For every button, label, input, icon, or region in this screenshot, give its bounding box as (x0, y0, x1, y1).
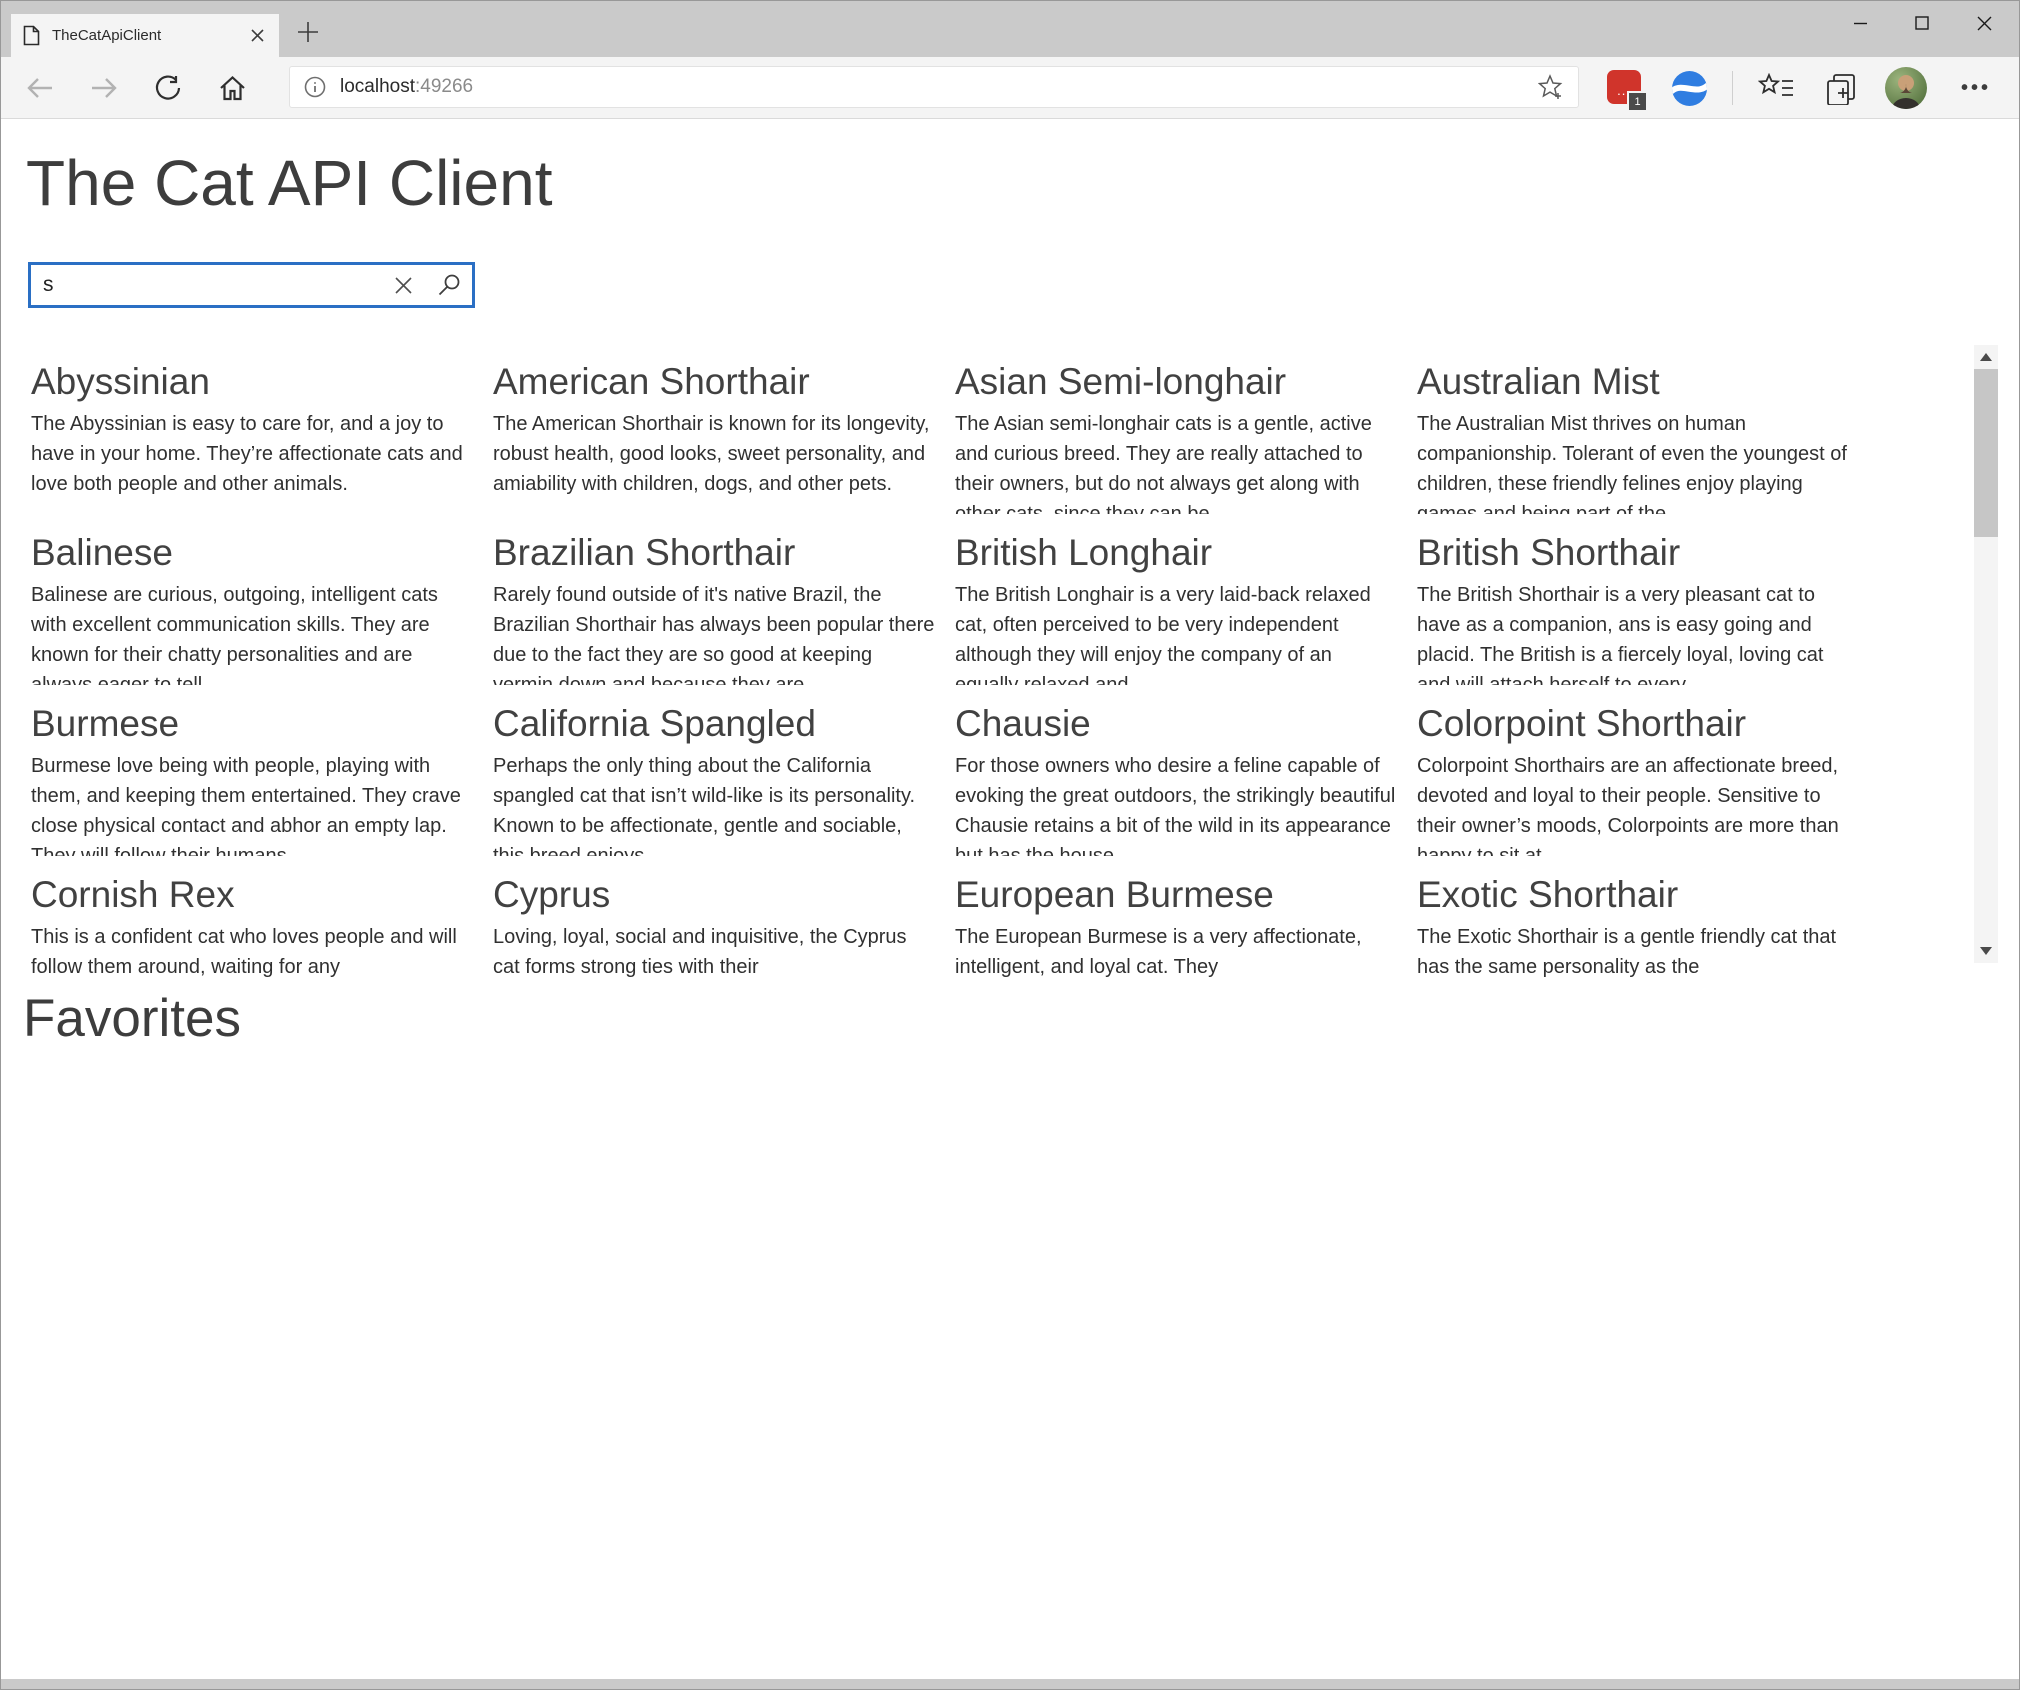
breed-card[interactable]: European Burmese The European Burmese is… (955, 872, 1399, 985)
breed-description: Rarely found outside of it's native Braz… (493, 580, 937, 685)
breed-card[interactable]: Burmese Burmese love being with people, … (31, 701, 475, 856)
breed-grid: Abyssinian The Abyssinian is easy to car… (31, 359, 1861, 985)
browser-toolbar: localhost:49266 ... 1 ••• (1, 57, 2019, 119)
add-favorite-star-icon[interactable] (1538, 74, 1564, 100)
refresh-icon[interactable] (153, 73, 183, 103)
breed-description: The Asian semi-longhair cats is a gentle… (955, 409, 1399, 514)
breed-name: Chausie (955, 701, 1399, 747)
blue-extension-icon[interactable] (1667, 57, 1711, 119)
breed-card[interactable]: British Shorthair The British Shorthair … (1417, 530, 1861, 685)
profile-avatar[interactable] (1885, 67, 1927, 109)
search-input[interactable] (31, 273, 380, 297)
breed-name: British Longhair (955, 530, 1399, 576)
url-port: :49266 (415, 76, 473, 97)
settings-menu-icon[interactable]: ••• (1951, 57, 2001, 119)
page-doc-icon (23, 25, 40, 46)
breed-description: Balinese are curious, outgoing, intellig… (31, 580, 475, 685)
browser-tab[interactable]: TheCatApiClient (11, 14, 279, 57)
collections-icon[interactable] (1819, 57, 1863, 119)
breed-description: The Exotic Shorthair is a gentle friendl… (1417, 922, 1861, 982)
window-controls (1829, 1, 2015, 45)
extension-badge: 1 (1627, 91, 1648, 112)
home-icon[interactable] (217, 73, 247, 103)
breed-description: The Abyssinian is easy to care for, and … (31, 409, 475, 499)
breed-name: Australian Mist (1417, 359, 1861, 405)
search-icon[interactable] (426, 265, 472, 305)
breed-name: British Shorthair (1417, 530, 1861, 576)
back-icon[interactable] (25, 73, 55, 103)
breed-name: Burmese (31, 701, 475, 747)
breed-name: California Spangled (493, 701, 937, 747)
breed-name: Cornish Rex (31, 872, 475, 918)
url-text: localhost:49266 (340, 76, 473, 98)
close-window-button[interactable] (1953, 1, 2015, 45)
breed-card[interactable]: California Spangled Perhaps the only thi… (493, 701, 937, 856)
breed-name: Balinese (31, 530, 475, 576)
breed-description: The American Shorthair is known for its … (493, 409, 937, 499)
titlebar: TheCatApiClient (1, 1, 2019, 57)
favorites-heading: Favorites (23, 988, 241, 1049)
address-bar[interactable]: localhost:49266 (289, 66, 1579, 108)
breed-card[interactable]: Colorpoint Shorthair Colorpoint Shorthai… (1417, 701, 1861, 856)
breed-name: Colorpoint Shorthair (1417, 701, 1861, 747)
breed-description: This is a confident cat who loves people… (31, 922, 475, 982)
breed-description: The Australian Mist thrives on human com… (1417, 409, 1861, 514)
breed-name: European Burmese (955, 872, 1399, 918)
site-info-icon[interactable] (304, 76, 326, 98)
breed-name: Cyprus (493, 872, 937, 918)
breed-name: Asian Semi-longhair (955, 359, 1399, 405)
breed-description: Colorpoint Shorthairs are an affectionat… (1417, 751, 1861, 856)
nav-icons (25, 57, 247, 119)
search-box (28, 262, 475, 308)
breed-description: For those owners who desire a feline cap… (955, 751, 1399, 856)
breed-card[interactable]: Exotic Shorthair The Exotic Shorthair is… (1417, 872, 1861, 985)
tab-close-icon[interactable] (247, 26, 267, 46)
breed-card[interactable]: British Longhair The British Longhair is… (955, 530, 1399, 685)
minimize-button[interactable] (1829, 1, 1891, 45)
breed-name: American Shorthair (493, 359, 937, 405)
page-content: The Cat API Client Abyssinian The Abyssi… (1, 120, 2019, 1679)
vertical-scrollbar[interactable] (1974, 345, 1998, 963)
clear-search-icon[interactable] (380, 265, 426, 305)
breed-name: Brazilian Shorthair (493, 530, 937, 576)
scroll-up-icon[interactable] (1980, 353, 1992, 361)
scroll-down-icon[interactable] (1980, 947, 1992, 955)
page-title: The Cat API Client (26, 148, 552, 218)
breed-card[interactable]: American Shorthair The American Shorthai… (493, 359, 937, 514)
breed-card[interactable]: Balinese Balinese are curious, outgoing,… (31, 530, 475, 685)
breed-list: Abyssinian The Abyssinian is easy to car… (1, 345, 2019, 985)
new-tab-button[interactable] (293, 17, 323, 47)
password-extension-icon[interactable]: ... 1 (1607, 70, 1645, 106)
breed-description: Burmese love being with people, playing … (31, 751, 475, 856)
url-host: localhost (340, 76, 415, 97)
breed-name: Abyssinian (31, 359, 475, 405)
breed-card[interactable]: Brazilian Shorthair Rarely found outside… (493, 530, 937, 685)
breed-description: The British Longhair is a very laid-back… (955, 580, 1399, 685)
forward-icon[interactable] (89, 73, 119, 103)
breed-card[interactable]: Chausie For those owners who desire a fe… (955, 701, 1399, 856)
breed-card[interactable]: Asian Semi-longhair The Asian semi-longh… (955, 359, 1399, 514)
tab-title: TheCatApiClient (52, 27, 247, 44)
browser-window: TheCatApiClient (0, 0, 2020, 1690)
breed-card[interactable]: Cornish Rex This is a confident cat who … (31, 872, 475, 985)
breed-card[interactable]: Cyprus Loving, loyal, social and inquisi… (493, 872, 937, 985)
scrollbar-thumb[interactable] (1974, 369, 1998, 537)
window-bottom-edge (1, 1679, 2019, 1689)
favorites-hub-icon[interactable] (1754, 57, 1798, 119)
breed-name: Exotic Shorthair (1417, 872, 1861, 918)
maximize-button[interactable] (1891, 1, 1953, 45)
breed-description: Perhaps the only thing about the Califor… (493, 751, 937, 856)
breed-description: The British Shorthair is a very pleasant… (1417, 580, 1861, 685)
breed-description: The European Burmese is a very affection… (955, 922, 1399, 982)
breed-description: Loving, loyal, social and inquisitive, t… (493, 922, 937, 982)
toolbar-divider (1732, 71, 1733, 105)
breed-card[interactable]: Australian Mist The Australian Mist thri… (1417, 359, 1861, 514)
breed-card[interactable]: Abyssinian The Abyssinian is easy to car… (31, 359, 475, 514)
